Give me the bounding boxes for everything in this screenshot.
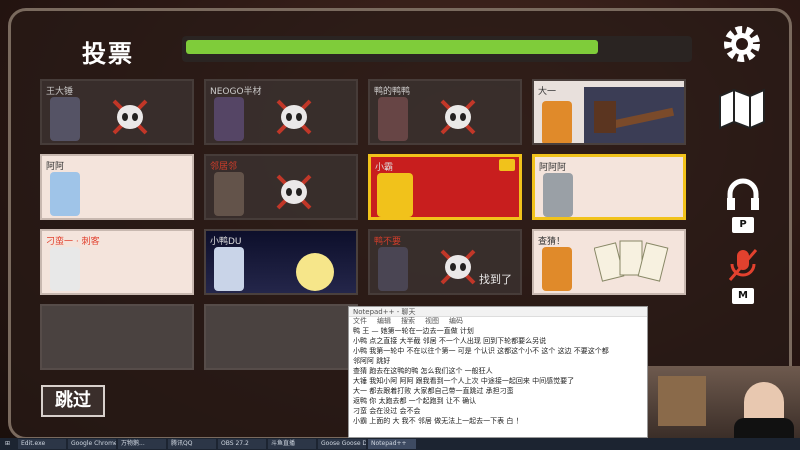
avatar (377, 173, 413, 217)
vote-timer-bar (182, 36, 692, 62)
skull-icon (276, 174, 312, 210)
player-name: 阿阿阿 (539, 163, 567, 173)
text-line: 邻阿阿 跳好 (353, 357, 391, 365)
player-name: 小霸 (375, 163, 394, 173)
player-card[interactable]: 鸭不要 找到了 (368, 229, 522, 295)
taskbar-item[interactable]: 腾讯QQ (168, 439, 216, 449)
avatar (214, 247, 244, 291)
mute-key-hint: M (732, 288, 754, 304)
taskbar-item[interactable]: 万物鹅... (118, 439, 166, 449)
text-line: 小霸 上面的 大 我不 邻居 做无法上一起去一下表 白 ！ (353, 417, 523, 425)
player-card[interactable]: 小鸭DU (204, 229, 358, 295)
taskbar-item[interactable]: Goose Goose Duck (318, 439, 366, 449)
text-line: 大一 都去跟着打败 大家都自己带一直跳过 承担刁蛮 (353, 387, 514, 395)
player-name: 刁蛮一 · 刺客 (46, 237, 100, 247)
bookshelf (658, 376, 706, 426)
skip-vote-button[interactable]: 跳过 (41, 385, 105, 417)
headphones-icon[interactable] (724, 176, 762, 214)
text-line: 小鸭 点之直接 大半截 邻居 不一个人出现 回到下轮都要么另说 (353, 337, 547, 345)
streamer-shirt (734, 418, 794, 438)
text-line: 返鸭 你 太跑去都 一个起跑到 让不 确认 (353, 397, 477, 405)
notepad-window[interactable]: Notepad++ - 聊天 文件 编辑 搜索 视图 编码 鸭 王 — 她第一轮… (348, 306, 648, 438)
player-name: 阿阿 (46, 162, 65, 172)
webcam-overlay (648, 366, 800, 438)
taskbar-item[interactable]: OBS 27.2 (218, 439, 266, 449)
menu-item[interactable]: 搜索 (401, 317, 415, 326)
skull-icon (440, 249, 476, 285)
vote-timer-fill (186, 40, 598, 54)
avatar (543, 173, 573, 217)
skull-icon (276, 99, 312, 135)
gavel-icon (584, 87, 684, 143)
avatar (50, 247, 80, 291)
menu-item[interactable]: 视图 (425, 317, 439, 326)
taskbar-item[interactable]: Google Chrome (68, 439, 116, 449)
player-name: 查猜！ (538, 237, 566, 247)
text-line: 鸭 王 — 她第一轮在一边去一直做 计划 (353, 327, 474, 335)
player-card[interactable]: 刁蛮一 · 刺客 (40, 229, 194, 295)
avatar (378, 247, 408, 291)
avatar (50, 97, 80, 141)
map-icon[interactable] (716, 86, 768, 130)
empty-player-slot (40, 304, 194, 370)
player-name: 鸭的鸭鸭 (374, 87, 411, 97)
empty-player-slot (204, 304, 358, 370)
player-card[interactable]: 阿阿阿 (532, 154, 686, 220)
player-card[interactable]: 大一 (532, 79, 686, 145)
skull-icon (440, 99, 476, 135)
menu-item[interactable]: 编码 (449, 317, 463, 326)
found-body-label: 找到了 (479, 273, 512, 286)
avatar (214, 172, 244, 216)
cards-icon (594, 240, 669, 282)
player-card[interactable]: 鸭的鸭鸭 (368, 79, 522, 145)
avatar (542, 247, 572, 291)
page-title: 投票 (82, 40, 134, 68)
moon-icon (296, 253, 334, 291)
player-name: 大一 (538, 87, 557, 97)
player-card[interactable]: 查猜！ (532, 229, 686, 295)
avatar (214, 97, 244, 141)
player-name: 鸭不要 (374, 237, 402, 247)
taskbar-item[interactable]: 斗鱼直播 (268, 439, 316, 449)
player-name: 小鸭DU (210, 237, 242, 247)
text-line: 大锤 我知小阿 阿阿 跟我看到一个人上次 中途接一起回来 中间感觉要了 (353, 377, 575, 385)
window-menu: 文件 编辑 搜索 视图 编码 (349, 317, 647, 326)
text-line: 小鸭 我第一轮中 不在以往个第一 可是 个认识 这都这个小不 这个 这边 不要这… (353, 347, 609, 355)
player-card[interactable]: 王大锤 (40, 79, 194, 145)
player-name: 邻居邻 (210, 162, 238, 172)
mic-key-hint: P (732, 217, 754, 233)
avatar (378, 97, 408, 141)
megaphone-icon (499, 159, 515, 171)
gear-icon[interactable] (720, 22, 764, 66)
avatar (542, 101, 572, 143)
windows-start-icon[interactable]: ⊞ (2, 439, 16, 449)
taskbar-item[interactable]: Notepad++ (368, 439, 416, 449)
taskbar: ⊞ Edit.exe Google Chrome 万物鹅... 腾讯QQ OBS… (0, 438, 800, 450)
taskbar-item[interactable]: Edit.exe (18, 439, 66, 449)
player-card[interactable]: 阿阿 (40, 154, 194, 220)
menu-item[interactable]: 编辑 (377, 317, 391, 326)
game-screen: 投票 王大锤 NEOGO半材 鸭的鸭鸭 大一 阿阿 邻居邻 小霸 阿阿阿 刁蛮一… (0, 0, 800, 450)
window-title: Notepad++ - 聊天 (349, 307, 647, 317)
menu-item[interactable]: 文件 (353, 317, 367, 326)
player-name: 王大锤 (46, 87, 74, 97)
text-line: 刁蛮 会在没过 会不会 (353, 407, 421, 415)
player-card-self[interactable]: 小霸 (368, 154, 522, 220)
skull-icon (112, 99, 148, 135)
text-line: 查猜 跑去在这鸭的鸭 怎么我们这个 一般狂人 (353, 367, 493, 375)
player-name: NEOGO半材 (210, 87, 262, 97)
mic-muted-icon[interactable] (724, 246, 762, 284)
player-card[interactable]: 邻居邻 (204, 154, 358, 220)
player-card[interactable]: NEOGO半材 (204, 79, 358, 145)
avatar (50, 172, 80, 216)
